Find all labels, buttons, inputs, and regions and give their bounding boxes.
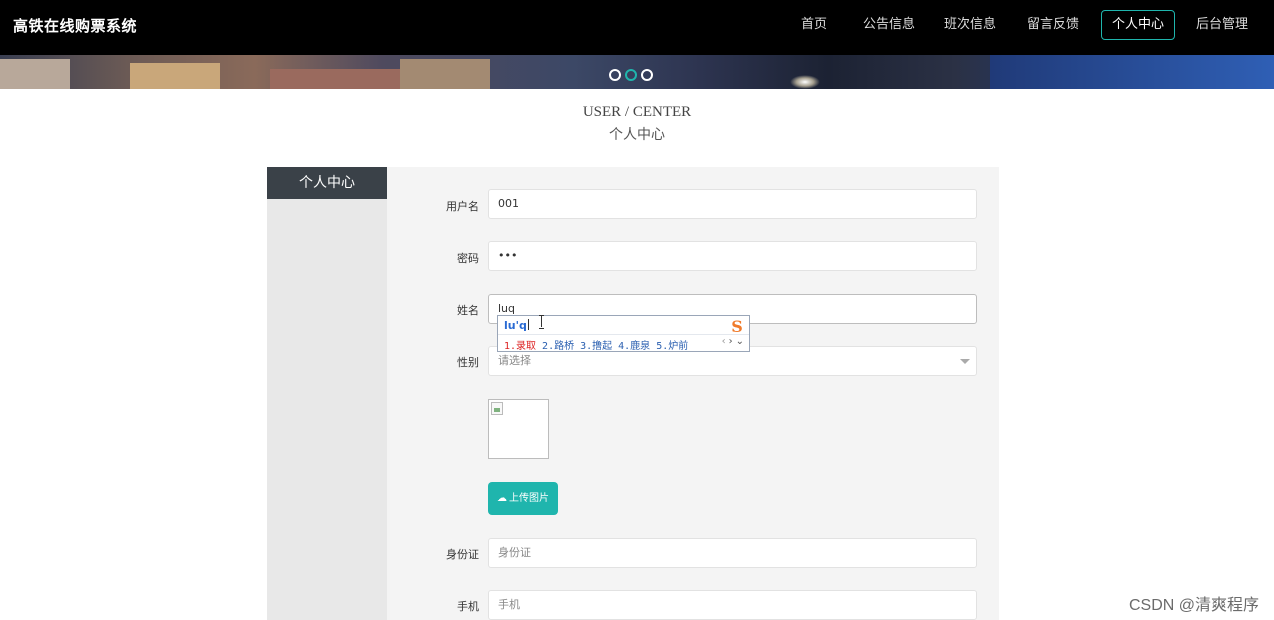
phone-label: 手机 xyxy=(457,600,479,613)
phone-input[interactable]: 手机 xyxy=(488,590,977,620)
ime-candidate[interactable]: 3.撸起 xyxy=(580,337,612,352)
banner-building xyxy=(130,63,220,89)
gender-label: 性别 xyxy=(457,356,479,369)
banner-building xyxy=(0,59,70,89)
site-brand[interactable]: 高铁在线购票系统 xyxy=(13,15,137,36)
nav-home[interactable]: 首页 xyxy=(799,10,829,40)
carousel-dot-3[interactable] xyxy=(641,69,653,81)
broken-image-icon xyxy=(491,402,503,415)
nav-train-schedules[interactable]: 班次信息 xyxy=(944,10,996,40)
banner-streetlight xyxy=(790,75,820,89)
gender-placeholder: 请选择 xyxy=(498,354,531,367)
id-card-placeholder: 身份证 xyxy=(498,546,531,559)
carousel-indicators xyxy=(609,66,657,85)
nav-user-center[interactable]: 个人中心 xyxy=(1101,10,1175,40)
page-title-en: USER / CENTER xyxy=(582,104,692,120)
ime-candidates: 1.录取 2.路桥 3.撸起 4.鹿泉 5.炉前 xyxy=(504,337,694,352)
ime-divider xyxy=(498,334,749,335)
avatar-image xyxy=(488,399,549,459)
ime-candidate[interactable]: 1.录取 xyxy=(504,337,536,352)
ime-pager: ‹ › ⌄ xyxy=(719,336,744,347)
password-label: 密码 xyxy=(457,252,479,265)
id-card-label: 身份证 xyxy=(446,548,479,561)
id-card-input[interactable]: 身份证 xyxy=(488,538,977,568)
chevron-left-icon[interactable]: ‹ xyxy=(722,336,726,347)
banner-building xyxy=(400,59,490,89)
upload-image-button[interactable]: ☁ 上传图片 xyxy=(488,482,558,515)
username-label: 用户名 xyxy=(446,200,479,213)
nav-announcements[interactable]: 公告信息 xyxy=(863,10,915,40)
phone-placeholder: 手机 xyxy=(498,598,520,611)
chevron-right-icon[interactable]: › xyxy=(729,336,733,347)
password-input[interactable]: ••• xyxy=(488,241,977,271)
page-title-cn: 个人中心 xyxy=(609,128,665,143)
carousel-dot-1[interactable] xyxy=(609,69,621,81)
ime-caret xyxy=(527,319,529,330)
ime-composition: lu'q xyxy=(504,319,529,332)
username-input[interactable]: 001 xyxy=(488,189,977,219)
nav-admin[interactable]: 后台管理 xyxy=(1196,10,1248,40)
ime-candidate-window: lu'q S 1.录取 2.路桥 3.撸起 4.鹿泉 5.炉前 ‹ › ⌄ xyxy=(497,315,750,352)
ime-candidate[interactable]: 2.路桥 xyxy=(542,337,574,352)
name-label: 姓名 xyxy=(457,304,479,317)
top-navbar: 高铁在线购票系统 首页 公告信息 班次信息 留言反馈 个人中心 后台管理 xyxy=(0,0,1274,55)
chevron-down-icon[interactable]: ⌄ xyxy=(736,336,744,347)
upload-image-label: 上传图片 xyxy=(509,493,549,504)
banner-building xyxy=(270,69,400,89)
sidebar-item-user-center[interactable]: 个人中心 xyxy=(267,167,387,199)
carousel-dot-2[interactable] xyxy=(625,69,637,81)
text-cursor-icon xyxy=(539,315,544,329)
sidebar: 个人中心 xyxy=(267,167,387,620)
nav-feedback[interactable]: 留言反馈 xyxy=(1027,10,1079,40)
ime-candidate[interactable]: 4.鹿泉 xyxy=(618,337,650,352)
chevron-down-icon xyxy=(960,359,970,364)
csdn-watermark: CSDN @清爽程序 xyxy=(1128,597,1259,614)
ime-composition-text: lu'q xyxy=(504,319,527,332)
banner-carousel xyxy=(0,55,1274,89)
banner-sky xyxy=(990,55,1274,89)
profile-form: 用户名 001 密码 ••• 姓名 luq 性别 请选择 ☁ 上传图片 身份证 身… xyxy=(387,167,999,620)
ime-candidate[interactable]: 5.炉前 xyxy=(656,337,688,352)
cloud-upload-icon: ☁ xyxy=(497,493,507,504)
